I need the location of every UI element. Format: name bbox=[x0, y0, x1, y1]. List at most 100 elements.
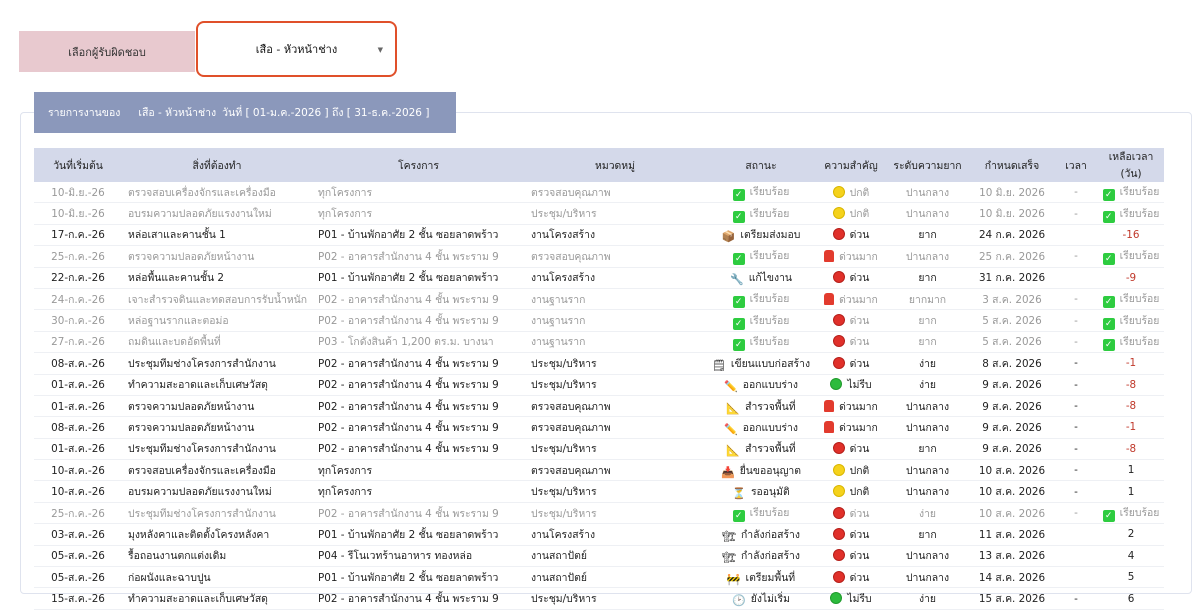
status-cell: 🚧 เตรียมพื้นที่ bbox=[705, 566, 817, 589]
red-dot-icon bbox=[832, 570, 845, 583]
category-cell-text: งานโครงสร้าง bbox=[531, 528, 596, 541]
status-cell-text: ออกแบบร่าง bbox=[742, 421, 798, 434]
clock-icon: 🕑 bbox=[732, 594, 746, 608]
table-row[interactable]: 05-ส.ค.-26 รื้อถอนงานตกแต่งเดิม P04 - รีโน… bbox=[34, 545, 1164, 568]
remaining-days-cell-text: -16 bbox=[1122, 228, 1140, 241]
difficulty-cell: ง่าย bbox=[885, 587, 970, 610]
remaining-days-cell: -8 bbox=[1098, 395, 1164, 418]
col-time[interactable]: เวลา bbox=[1054, 148, 1098, 182]
start-date-cell-text: 22-ก.ค.-26 bbox=[51, 272, 105, 285]
remaining-days-cell-text: เรียบร้อย bbox=[1119, 335, 1160, 348]
check-icon: ✓ bbox=[1102, 296, 1115, 309]
task-cell: หล่อพื้นและคานชั้น 2 bbox=[122, 267, 312, 289]
check-icon: ✓ bbox=[732, 189, 745, 202]
siren-icon bbox=[824, 399, 835, 412]
due-date-cell: 9 ส.ค. 2026 bbox=[970, 395, 1054, 418]
table-row[interactable]: 10-มิ.ย.-26 อบรมความปลอดภัยแรงงานใหม่ ทุกโ… bbox=[34, 202, 1164, 225]
start-date-cell: 10-ส.ค.-26 bbox=[34, 459, 122, 482]
table-row[interactable]: 10-ส.ค.-26 ตรวจสอบเครื่องจักรและเครื่องมื… bbox=[34, 459, 1164, 482]
difficulty-cell-text: ปานกลาง bbox=[905, 486, 950, 499]
project-cell: ทุกโครงการ bbox=[312, 202, 525, 225]
priority-cell: ปกติ bbox=[817, 182, 885, 204]
table-row[interactable]: 22-ก.ค.-26 หล่อพื้นและคานชั้น 2 P01 - บ้าน… bbox=[34, 267, 1164, 289]
priority-cell: ด่วน bbox=[817, 523, 885, 546]
remaining-days-cell: ✓ เรียบร้อย bbox=[1098, 502, 1164, 525]
table-row[interactable]: 30-ก.ค.-26 หล่อฐานรากและตอม่อ P02 - อาคารส… bbox=[34, 309, 1164, 332]
due-date-cell: 14 ส.ค. 2026 bbox=[970, 566, 1054, 589]
difficulty-cell: ยาก bbox=[885, 309, 970, 332]
task-cell-text: หล่อพื้นและคานชั้น 2 bbox=[128, 272, 225, 285]
difficulty-cell-text: ง่าย bbox=[919, 507, 936, 520]
table-row[interactable]: 01-ส.ค.-26 ตรวจความปลอดภัยหน้างาน P02 - อา… bbox=[34, 395, 1164, 418]
table-row[interactable]: 01-ส.ค.-26 ทำความสะอาดและเก็บเศษวัสดุ P02 … bbox=[34, 374, 1164, 396]
difficulty-cell-text: ยาก bbox=[918, 443, 937, 456]
due-date-cell-text: 9 ส.ค. 2026 bbox=[982, 400, 1042, 413]
yellow-dot-icon bbox=[832, 463, 845, 476]
col-due-date[interactable]: กำหนดเสร็จ bbox=[970, 148, 1054, 182]
table-row[interactable]: 10-ส.ค.-26 อบรมความปลอดภัยแรงงานใหม่ ทุกโค… bbox=[34, 480, 1164, 503]
green-dot-icon bbox=[830, 378, 843, 391]
category-cell: ตรวจสอบคุณภาพ bbox=[525, 459, 705, 482]
start-date-cell: 25-ก.ค.-26 bbox=[34, 502, 122, 525]
col-remaining-days[interactable]: เหลือเวลา (วัน) bbox=[1098, 148, 1164, 182]
task-cell-text: ตรวจความปลอดภัยหน้างาน bbox=[128, 421, 255, 434]
priority-cell: ด่วนมาก bbox=[817, 288, 885, 311]
start-date-cell: 01-ส.ค.-26 bbox=[34, 374, 122, 396]
time-cell: - bbox=[1054, 459, 1098, 482]
table-row[interactable]: 17-ก.ค.-26 หล่อเสาและคานชั้น 1 P01 - บ้านพ… bbox=[34, 224, 1164, 247]
start-date-cell: 10-ส.ค.-26 bbox=[34, 480, 122, 503]
category-cell: ตรวจสอบคุณภาพ bbox=[525, 182, 705, 204]
remaining-days-cell: 1 bbox=[1098, 459, 1164, 482]
category-cell: งานฐานราก bbox=[525, 309, 705, 332]
priority-cell-text: ด่วน bbox=[849, 229, 870, 242]
priority-cell: ด่วน bbox=[817, 224, 885, 247]
category-cell-text: งานฐานราก bbox=[531, 336, 586, 349]
time-cell: - bbox=[1054, 395, 1098, 418]
table-row[interactable]: 15-ส.ค.-26 ทำความสะอาดและเก็บเศษวัสดุ P02 … bbox=[34, 587, 1164, 610]
remaining-days-cell-text: เรียบร้อย bbox=[1119, 293, 1160, 306]
remaining-days-cell: -9 bbox=[1098, 267, 1164, 289]
status-cell-text: ยังไม่เริ่ม bbox=[750, 593, 790, 606]
col-priority[interactable]: ความสำคัญ bbox=[817, 148, 885, 182]
project-cell: P02 - อาคารสำนักงาน 4 ชั้น พระราม 9 bbox=[312, 395, 525, 418]
table-row[interactable]: 25-ก.ค.-26 ตรวจความปลอดภัยหน้างาน P02 - อา… bbox=[34, 245, 1164, 268]
task-cell: ถมดินและบดอัดพื้นที่ bbox=[122, 331, 312, 354]
col-category[interactable]: หมวดหมู่ bbox=[525, 148, 705, 182]
difficulty-cell: ปานกลาง bbox=[885, 395, 970, 418]
col-start-date[interactable]: วันที่เริ่มต้น bbox=[34, 148, 122, 182]
due-date-cell: 25 ก.ค. 2026 bbox=[970, 245, 1054, 268]
due-date-cell: 10 ส.ค. 2026 bbox=[970, 459, 1054, 482]
col-project[interactable]: โครงการ bbox=[312, 148, 525, 182]
priority-cell-text: ด่วนมาก bbox=[839, 400, 878, 413]
table-row[interactable]: 05-ส.ค.-26 ก่อผนังและฉาบปูน P01 - บ้านพักอ… bbox=[34, 566, 1164, 589]
priority-cell: ด่วน bbox=[817, 267, 885, 289]
category-cell-text: งานโครงสร้าง bbox=[531, 272, 596, 285]
col-difficulty[interactable]: ระดับความยาก bbox=[885, 148, 970, 182]
table-row[interactable]: 08-ส.ค.-26 ประชุมทีมช่างโครงการสำนักงาน P0… bbox=[34, 352, 1164, 375]
table-row[interactable]: 10-มิ.ย.-26 ตรวจสอบเครื่องจักรและเครื่องม… bbox=[34, 182, 1164, 204]
project-cell-text: P01 - บ้านพักอาศัย 2 ชั้น ซอยลาดพร้าว bbox=[318, 229, 499, 242]
start-date-cell-text: 10-ส.ค.-26 bbox=[51, 464, 105, 477]
table-row[interactable]: 08-ส.ค.-26 ตรวจความปลอดภัยหน้างาน P02 - อา… bbox=[34, 416, 1164, 439]
task-cell: หล่อฐานรากและตอม่อ bbox=[122, 309, 312, 332]
start-date-cell-text: 01-ส.ค.-26 bbox=[51, 379, 105, 392]
table-row[interactable]: 25-ก.ค.-26 ประชุมทีมช่างโครงการสำนักงาน P0… bbox=[34, 502, 1164, 525]
difficulty-cell: ปานกลาง bbox=[885, 545, 970, 568]
project-cell-text: P04 - รีโนเวทร้านอาหาร ทองหล่อ bbox=[318, 550, 473, 563]
table-row[interactable]: 24-ก.ค.-26 เจาะสำรวจดินและทดสอบการรับน้ำห… bbox=[34, 288, 1164, 311]
col-task[interactable]: สิ่งที่ต้องทำ bbox=[122, 148, 312, 182]
report-range: วันที่ [ 01-ม.ค.-2026 ] ถึง [ 31-ธ.ค.-20… bbox=[222, 107, 430, 119]
status-cell: 🔧 แก้ไขงาน bbox=[705, 267, 817, 289]
start-date-cell: 24-ก.ค.-26 bbox=[34, 288, 122, 311]
col-status[interactable]: สถานะ bbox=[705, 148, 817, 182]
difficulty-cell-text: ยากมาก bbox=[908, 293, 947, 306]
status-cell: ⏳ รออนุมัติ bbox=[705, 480, 817, 503]
table-row[interactable]: 27-ก.ค.-26 ถมดินและบดอัดพื้นที่ P03 - โกดั… bbox=[34, 331, 1164, 354]
priority-cell-text: ปกติ bbox=[849, 486, 870, 499]
table-row[interactable]: 03-ส.ค.-26 มุงหลังคาและติดตั้งโครงหลังคา P… bbox=[34, 523, 1164, 546]
table-row[interactable]: 01-ส.ค.-26 ประชุมทีมช่างโครงการสำนักงาน P0… bbox=[34, 438, 1164, 461]
difficulty-cell: ปานกลาง bbox=[885, 480, 970, 503]
responsible-select[interactable]: เสือ - หัวหน้าช่าง ▼ bbox=[196, 21, 397, 77]
difficulty-cell: ยาก bbox=[885, 267, 970, 289]
chevron-down-icon: ▼ bbox=[377, 46, 383, 54]
